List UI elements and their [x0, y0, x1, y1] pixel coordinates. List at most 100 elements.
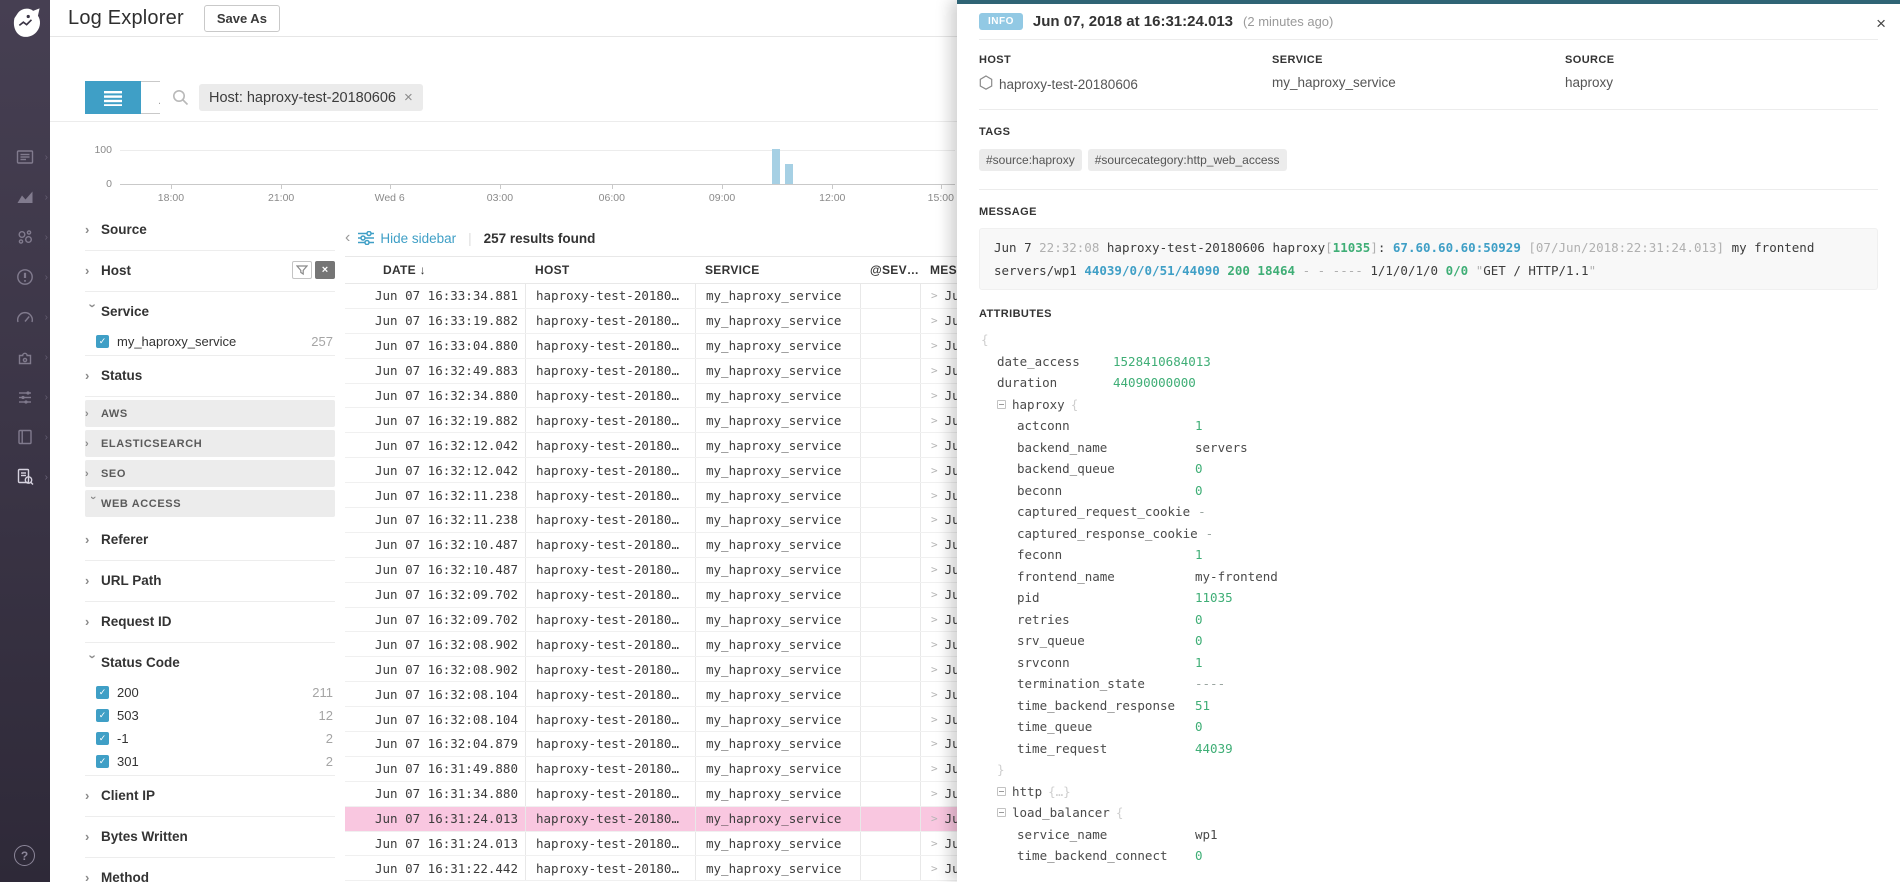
- facet-group-aws[interactable]: ›AWS: [85, 400, 335, 427]
- column-header-date[interactable]: DATE ↓: [365, 263, 525, 277]
- facet-header-request-id[interactable]: ›Request ID: [85, 602, 335, 640]
- toolbar-divider: |: [468, 231, 472, 246]
- collapse-toggle-icon[interactable]: [997, 400, 1006, 409]
- collapse-sidebar-chevron-icon[interactable]: ‹: [345, 229, 350, 247]
- log-timestamp: Jun 07, 2018 at 16:31:24.013: [1033, 13, 1233, 30]
- severity-cell: [345, 637, 365, 652]
- nav-item-events[interactable]: ›: [8, 148, 42, 170]
- x-axis-tick: [500, 185, 501, 189]
- list-view-toggle[interactable]: [85, 81, 141, 114]
- nav-item-metrics[interactable]: ›: [8, 188, 42, 210]
- attribute-key: date_access: [997, 351, 1105, 373]
- facet-header-bytes-written[interactable]: ›Bytes Written: [85, 817, 335, 855]
- collapse-toggle-icon[interactable]: [997, 787, 1006, 796]
- log-tag[interactable]: #sourcecategory:http_web_access: [1088, 149, 1287, 171]
- x-axis-tick: [941, 185, 942, 189]
- service-cell: my_haproxy_service: [695, 732, 860, 756]
- column-header-host[interactable]: HOST: [525, 263, 695, 277]
- message-token: haproxy-test-20180606 haproxy: [1107, 240, 1325, 255]
- nav-item-pipelines[interactable]: ›: [8, 388, 42, 410]
- chart-plot-area[interactable]: 18:0021:00Wed 603:0006:0009:0012:0015:00: [120, 122, 955, 212]
- facet-header-host[interactable]: ›Host×: [85, 251, 335, 289]
- message-token: 1/1/0/1/0: [1370, 263, 1445, 278]
- severity-value-cell: [860, 732, 920, 756]
- nav-item-logs[interactable]: ›: [8, 468, 42, 490]
- attribute-value: 51: [1195, 695, 1210, 717]
- chevron-right-icon: ›: [85, 614, 101, 629]
- remove-filter-icon[interactable]: ×: [404, 89, 413, 106]
- facet-group-web-access[interactable]: ›WEB ACCESS: [85, 490, 335, 517]
- nav-item-services[interactable]: ›: [8, 228, 42, 250]
- tags-label: TAGS: [979, 126, 1878, 138]
- facet-header-method[interactable]: ›Method: [85, 858, 335, 882]
- date-cell: Jun 07 16:31:34.880: [365, 782, 525, 806]
- service-cell: my_haproxy_service: [695, 832, 860, 856]
- nav-item-integrations[interactable]: ›: [8, 348, 42, 370]
- expand-chevron-icon: >: [931, 389, 938, 402]
- severity-value-cell: [860, 558, 920, 582]
- host-cell: haproxy-test-20180…: [525, 832, 695, 856]
- facet-label: Request ID: [101, 614, 335, 629]
- checkbox-checked-icon[interactable]: ✓: [96, 755, 109, 768]
- facet-value-label: my_haproxy_service: [117, 334, 311, 349]
- checkbox-checked-icon[interactable]: ✓: [96, 686, 109, 699]
- facet-value-503[interactable]: ✓50312: [85, 704, 335, 727]
- search-filter-tag[interactable]: Host: haproxy-test-20180606 ×: [199, 84, 423, 111]
- facet-header-status-code[interactable]: ›Status Code: [85, 643, 335, 681]
- host-remove-filter-button[interactable]: ×: [315, 261, 335, 279]
- column-header-service[interactable]: SERVICE: [695, 263, 860, 277]
- attribute-row-captured-request-cookie: captured_request_cookie-: [979, 501, 1900, 523]
- x-axis-tick-label: 09:00: [709, 192, 735, 204]
- severity-cell: [345, 512, 365, 527]
- checkbox-checked-icon[interactable]: ✓: [96, 335, 109, 348]
- hide-sidebar-button[interactable]: Hide sidebar: [358, 231, 456, 246]
- facet-header-client-ip[interactable]: ›Client IP: [85, 776, 335, 814]
- column-header-severity[interactable]: @SEV…: [860, 263, 920, 277]
- host-filter-button[interactable]: [292, 261, 312, 279]
- facet-group-seo[interactable]: ›SEO: [85, 460, 335, 487]
- attribute-value: 44090000000: [1113, 372, 1196, 394]
- help-button[interactable]: ?: [14, 845, 35, 866]
- facet-value-1[interactable]: ✓-12: [85, 727, 335, 750]
- nav-item-notebooks[interactable]: ›: [8, 428, 42, 450]
- checkbox-checked-icon[interactable]: ✓: [96, 732, 109, 745]
- facet-value-my-haproxy-service[interactable]: ✓my_haproxy_service257: [85, 330, 335, 353]
- close-panel-icon[interactable]: ×: [1876, 14, 1886, 34]
- facet-header-source[interactable]: ›Source: [85, 210, 335, 248]
- collapse-toggle-icon[interactable]: [997, 808, 1006, 817]
- attribute-key: actconn: [1017, 415, 1187, 437]
- log-tag[interactable]: #source:haproxy: [979, 149, 1082, 171]
- facet-value-301[interactable]: ✓3012: [85, 750, 335, 773]
- x-axis-tick: [612, 185, 613, 189]
- expand-chevron-icon: >: [931, 439, 938, 452]
- facet-value-200[interactable]: ✓200211: [85, 681, 335, 704]
- attributes-label: ATTRIBUTES: [979, 308, 1900, 320]
- message-token: 67.60.60.60:50929: [1393, 240, 1528, 255]
- facet-group-elasticsearch[interactable]: ›ELASTICSEARCH: [85, 430, 335, 457]
- message-token: - - ----: [1303, 263, 1371, 278]
- nav-item-dashboards[interactable]: ›: [8, 308, 42, 330]
- checkbox-checked-icon[interactable]: ✓: [96, 709, 109, 722]
- expand-chevron-icon: >: [931, 837, 938, 850]
- expand-chevron-icon: >: [931, 364, 938, 377]
- log-volume-bar[interactable]: [772, 149, 780, 184]
- date-cell: Jun 07 16:31:24.013: [365, 832, 525, 856]
- nav-item-monitors[interactable]: ›: [8, 268, 42, 290]
- save-as-button[interactable]: Save As: [204, 5, 280, 32]
- service-cell: my_haproxy_service: [695, 533, 860, 557]
- log-volume-bar[interactable]: [785, 164, 793, 184]
- facet-header-status[interactable]: ›Status: [85, 356, 335, 394]
- expand-chevron-icon: >: [931, 339, 938, 352]
- attribute-value: 0: [1195, 630, 1203, 652]
- facet-header-url-path[interactable]: ›URL Path: [85, 561, 335, 599]
- search-input[interactable]: Host: haproxy-test-20180606 ×: [160, 81, 1005, 114]
- severity-cell: [345, 786, 365, 801]
- service-cell: my_haproxy_service: [695, 782, 860, 806]
- attribute-brace: {: [979, 329, 1900, 351]
- facet-header-service[interactable]: ›Service: [85, 292, 335, 330]
- detail-header: INFO Jun 07, 2018 at 16:31:24.013 (2 min…: [979, 4, 1878, 40]
- facet-header-referer[interactable]: ›Referer: [85, 520, 335, 558]
- integrations-puzzle-icon: [15, 347, 35, 372]
- datadog-logo[interactable]: [0, 0, 50, 46]
- severity-value-cell: [860, 632, 920, 656]
